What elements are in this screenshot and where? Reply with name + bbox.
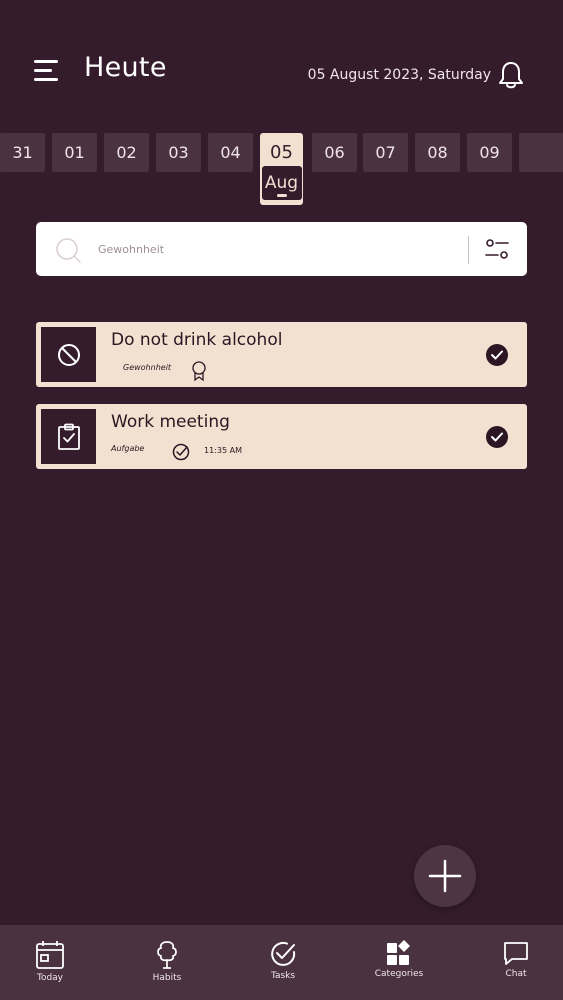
plus-icon: [428, 859, 462, 893]
nav-tasks[interactable]: Tasks: [238, 925, 328, 1000]
day-06[interactable]: 06: [312, 133, 357, 172]
day-02[interactable]: 02: [104, 133, 149, 172]
date-strip: 31 01 02 03 04 05 Aug 06 07 08 09: [0, 133, 563, 208]
day-04[interactable]: 04: [208, 133, 253, 172]
nav-today[interactable]: Today: [5, 925, 95, 1000]
day-03[interactable]: 03: [156, 133, 201, 172]
check-icon: [491, 432, 503, 442]
nav-categories[interactable]: Categories: [354, 925, 444, 1000]
day-07[interactable]: 07: [363, 133, 408, 172]
grid-icon: [387, 940, 410, 965]
habit-completed-check[interactable]: [486, 344, 508, 366]
task-thumb: [41, 409, 96, 464]
clipboard-check-icon: [57, 423, 80, 450]
page-title: Heute: [84, 52, 167, 83]
task-type-label: Aufgabe: [111, 444, 145, 453]
day-08[interactable]: 08: [415, 133, 460, 172]
selected-indicator: [276, 194, 287, 197]
day-next[interactable]: [519, 133, 563, 172]
menu-icon[interactable]: [34, 60, 60, 82]
task-card[interactable]: Work meeting Aufgabe 11:35 AM: [36, 404, 527, 469]
search-input[interactable]: [98, 234, 458, 264]
task-completed-check[interactable]: [486, 426, 508, 448]
day-05-selected[interactable]: 05 Aug: [260, 133, 303, 205]
day-01[interactable]: 01: [52, 133, 97, 172]
current-date: 05 August 2023, Saturday: [307, 67, 491, 83]
search-icon: [56, 238, 81, 263]
add-button[interactable]: [414, 845, 476, 907]
nav-habits[interactable]: Habits: [122, 925, 212, 1000]
ban-icon: [57, 343, 80, 366]
tree-icon: [157, 941, 177, 969]
filter-icon[interactable]: [484, 237, 510, 261]
task-title: Work meeting: [111, 412, 230, 432]
nav-chat[interactable]: Chat: [471, 925, 561, 1000]
habit-type-label: Gewohnheit: [123, 363, 172, 372]
day-09[interactable]: 09: [467, 133, 512, 172]
bottom-nav: Today Habits Tasks Categories Chat: [0, 925, 563, 1000]
day-31[interactable]: 31: [0, 133, 45, 172]
chat-icon: [504, 942, 528, 965]
selected-month-badge: Aug: [261, 166, 302, 200]
check-circle-icon: [271, 941, 296, 966]
habit-title: Do not drink alcohol: [111, 330, 283, 350]
check-icon: [491, 350, 503, 360]
check-circle-icon: [172, 443, 190, 461]
habit-thumb: [41, 327, 96, 382]
habit-card[interactable]: Do not drink alcohol Gewohnheit: [36, 322, 527, 387]
search-bar: [36, 222, 527, 276]
task-time: 11:35 AM: [204, 446, 242, 455]
award-icon: [192, 361, 206, 382]
selected-day-number: 05: [270, 142, 293, 163]
calendar-icon: [36, 941, 64, 969]
search-divider: [468, 236, 469, 264]
bell-icon[interactable]: [497, 60, 525, 90]
app-header: Heute 05 August 2023, Saturday: [0, 0, 563, 130]
